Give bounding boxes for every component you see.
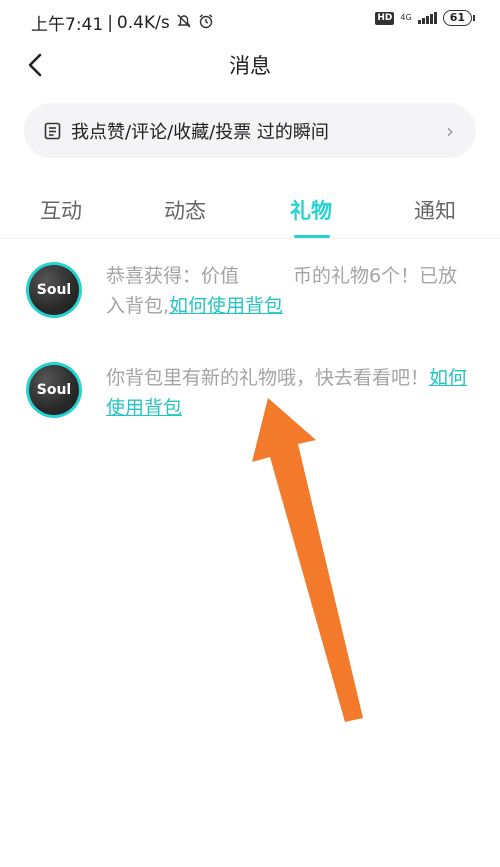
page-title: 消息 [229, 54, 271, 78]
status-time: 上午7:41 [31, 15, 104, 35]
avatar-logo-text: Soul [36, 282, 72, 298]
avatar-image: Soul [29, 265, 79, 315]
header: 消息 [0, 40, 500, 90]
signal-icon [417, 12, 437, 24]
message-text-start: 恭喜获得：价值 [106, 265, 240, 287]
hd-badge: HD [375, 11, 395, 25]
chevron-right-icon: › [446, 119, 454, 143]
mute-icon [176, 13, 192, 33]
status-right: HD 4G 61 [375, 10, 476, 26]
status-separator: | [107, 12, 113, 33]
banner-label: 我点赞/评论/收藏/投票 过的瞬间 [71, 122, 329, 143]
message-text: 你背包里有新的礼物哦，快去看看吧！如何使用背包 [106, 363, 476, 423]
avatar-image: Soul [29, 365, 79, 415]
avatar-logo-text: Soul [36, 382, 72, 398]
status-bar: 上午7:41 | 0.4K/s HD 4G 61 [0, 0, 500, 40]
liked-moments-banner[interactable]: 我点赞/评论/收藏/投票 过的瞬间 › [24, 103, 476, 158]
battery-icon: 61 [442, 10, 476, 26]
divider [0, 238, 500, 239]
annotation-arrow-shape [252, 398, 363, 722]
status-left: 上午7:41 | 0.4K/s [31, 10, 214, 35]
status-speed: 0.4K/s [116, 12, 170, 33]
tab-posts[interactable]: 动态 [164, 195, 206, 225]
message-text-body: 你背包里有新的礼物哦，快去看看吧！ [106, 367, 430, 389]
tab-bar: 互动 动态 礼物 通知 [0, 185, 500, 240]
document-icon [44, 122, 61, 140]
avatar[interactable]: Soul [26, 362, 82, 418]
how-to-use-backpack-link[interactable]: 如何使用背包 [169, 295, 283, 317]
network-type: 4G [400, 13, 412, 22]
tab-notifications[interactable]: 通知 [414, 195, 456, 225]
avatar[interactable]: Soul [26, 262, 82, 318]
tab-gifts[interactable]: 礼物 [290, 195, 332, 225]
message-text: 恭喜获得：价值 币的礼物6个！已放入背包,如何使用背包 [106, 261, 476, 321]
redacted-value [239, 265, 294, 288]
alarm-icon [198, 13, 214, 33]
tab-interaction[interactable]: 互动 [40, 195, 82, 225]
